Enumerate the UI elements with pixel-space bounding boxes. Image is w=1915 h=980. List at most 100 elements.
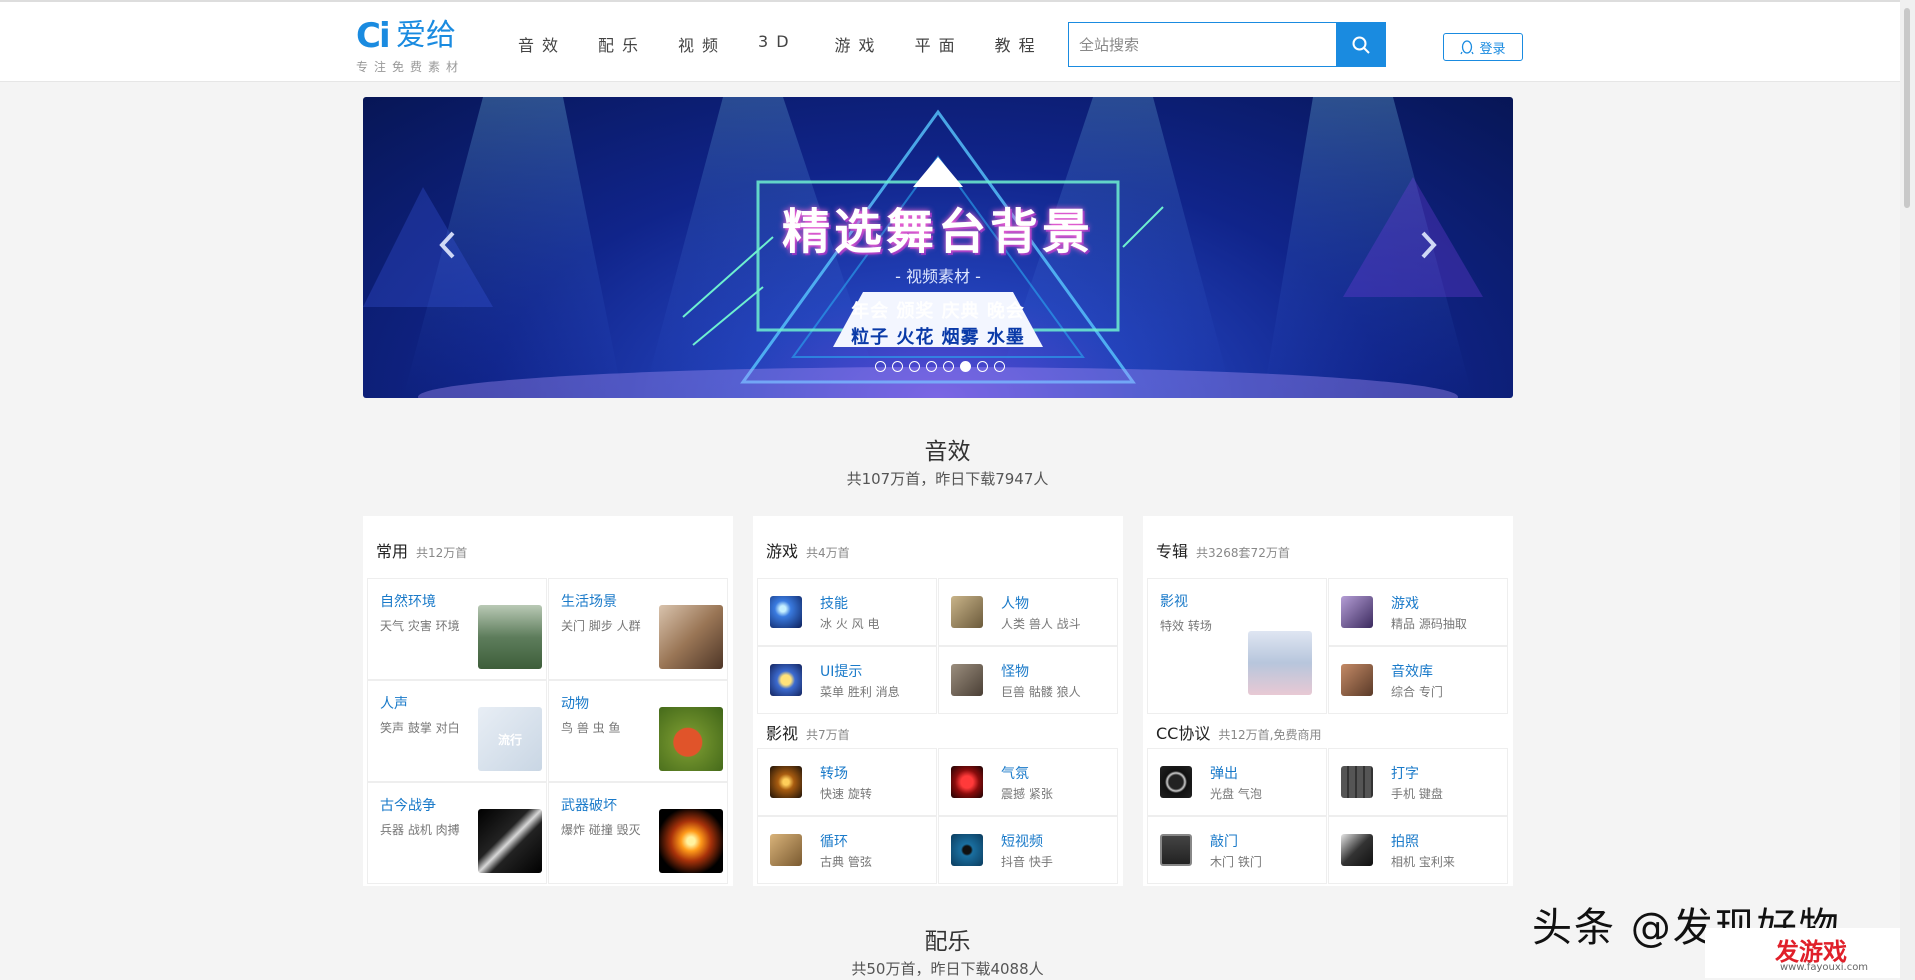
category-tags: 菜单 胜利 消息 <box>820 685 900 699</box>
nav-item-tutorial[interactable]: 教程 <box>995 32 1043 56</box>
card-count: 共4万首 <box>806 546 850 560</box>
scrollbar-thumb[interactable] <box>1904 8 1910 208</box>
monster-thumbnail <box>951 664 983 696</box>
category-weapon[interactable]: 武器破坏 爆炸 碰撞 毁灭 <box>548 782 728 884</box>
nav-item-music[interactable]: 配乐 <box>598 32 646 56</box>
category-title[interactable]: 人声 <box>380 693 408 713</box>
category-title[interactable]: 拍照 <box>1391 831 1419 851</box>
category-skill[interactable]: 技能 冰 火 风 电 <box>757 578 937 646</box>
banner-dot[interactable] <box>926 361 937 372</box>
cc-knock[interactable]: 敲门 木门 铁门 <box>1147 816 1327 884</box>
category-short-video[interactable]: 短视频 抖音 快手 <box>938 816 1118 884</box>
album-sound-library[interactable]: 音效库 综合 专门 <box>1328 646 1508 714</box>
category-title[interactable]: 人物 <box>1001 593 1029 613</box>
category-title[interactable]: 生活场景 <box>561 591 617 611</box>
hero-banner[interactable]: 精选舞台背景 - 视频素材 - 年会 颁奖 庆典 晚会 粒子 火花 烟雾 水墨 <box>363 97 1513 398</box>
category-title[interactable]: 短视频 <box>1001 831 1043 851</box>
card-title: 游戏 <box>766 542 799 561</box>
banner-dot[interactable] <box>943 361 954 372</box>
category-tags: 巨兽 骷髅 狼人 <box>1001 685 1081 699</box>
film-thumbnail <box>1248 631 1312 695</box>
category-title[interactable]: 影视 <box>1160 591 1188 611</box>
card-subheader: CC协议 共12万首,免费商用 <box>1156 720 1321 744</box>
cc-photo[interactable]: 拍照 相机 宝利来 <box>1328 816 1508 884</box>
banner-dot[interactable] <box>892 361 903 372</box>
category-character[interactable]: 人物 人类 兽人 战斗 <box>938 578 1118 646</box>
heart-thumbnail <box>951 766 983 798</box>
category-tags: 精品 源码抽取 <box>1391 617 1467 631</box>
nav-item-video[interactable]: 视频 <box>678 32 726 56</box>
search-bar <box>1068 22 1386 67</box>
logo-name: 爱给 <box>396 18 456 53</box>
category-title[interactable]: 游戏 <box>1391 593 1419 613</box>
category-title[interactable]: 怪物 <box>1001 661 1029 681</box>
voice-thumbnail-text: 流行 <box>497 732 522 747</box>
category-title[interactable]: 古今战争 <box>380 795 436 815</box>
category-tags: 特效 转场 <box>1160 619 1212 633</box>
penguin-icon <box>1460 39 1475 54</box>
login-label: 登录 <box>1479 41 1506 57</box>
category-title[interactable]: 循环 <box>820 831 848 851</box>
category-title[interactable]: 动物 <box>561 693 589 713</box>
cc-typing[interactable]: 打字 手机 键盘 <box>1328 748 1508 816</box>
explosion-thumbnail <box>659 809 723 873</box>
game-album-thumbnail <box>1341 596 1373 628</box>
category-title[interactable]: 气氛 <box>1001 763 1029 783</box>
cc-popup[interactable]: 弹出 光盘 气泡 <box>1147 748 1327 816</box>
category-tags: 古典 管弦 <box>820 855 872 869</box>
card-subheader: 影视 共7万首 <box>766 720 850 744</box>
category-atmosphere[interactable]: 气氛 震撼 紧张 <box>938 748 1118 816</box>
category-tags: 震撼 紧张 <box>1001 787 1053 801</box>
category-tags: 爆炸 碰撞 毁灭 <box>561 823 641 837</box>
category-title[interactable]: 音效库 <box>1391 661 1433 681</box>
category-ui-prompt[interactable]: UI提示 菜单 胜利 消息 <box>757 646 937 714</box>
category-tags: 手机 键盘 <box>1391 787 1443 801</box>
logo-mark: Ci <box>356 16 391 56</box>
banner-dot[interactable] <box>977 361 988 372</box>
category-title[interactable]: 弹出 <box>1210 763 1238 783</box>
category-transition[interactable]: 转场 快速 旋转 <box>757 748 937 816</box>
category-title[interactable]: 打字 <box>1391 763 1419 783</box>
transition-thumbnail <box>770 766 802 798</box>
album-feature-film[interactable]: 影视 特效 转场 <box>1147 578 1327 714</box>
category-war[interactable]: 古今战争 兵器 战机 肉搏 <box>367 782 547 884</box>
search-icon <box>1352 36 1370 54</box>
nav-item-game[interactable]: 游戏 <box>835 32 883 56</box>
category-title[interactable]: 武器破坏 <box>561 795 617 815</box>
nav-item-graphic[interactable]: 平面 <box>915 32 963 56</box>
category-life-scene[interactable]: 生活场景 关门 脚步 人群 <box>548 578 728 680</box>
category-title[interactable]: 转场 <box>820 763 848 783</box>
category-title[interactable]: 技能 <box>820 593 848 613</box>
banner-pagination <box>875 361 1005 372</box>
nav-item-3d[interactable]: 3D <box>758 32 797 56</box>
album-game[interactable]: 游戏 精品 源码抽取 <box>1328 578 1508 646</box>
banner-dot[interactable] <box>994 361 1005 372</box>
banner-subtitle: - 视频素材 - <box>895 267 981 286</box>
search-button[interactable] <box>1336 22 1386 67</box>
category-title[interactable]: 自然环境 <box>380 591 436 611</box>
main-nav: 音效 配乐 视频 3D 游戏 平面 教程 <box>518 32 1075 56</box>
fayouxi-logo: 发游戏 www.fayouxi.com <box>1705 928 1905 978</box>
footsteps-thumbnail <box>659 605 723 669</box>
category-voice[interactable]: 人声 笑声 鼓掌 对白 流行 <box>367 680 547 782</box>
section-subtitle-music: 共50万首，昨日下载4088人 <box>851 960 1044 978</box>
category-tags: 笑声 鼓掌 对白 <box>380 721 460 735</box>
category-nature[interactable]: 自然环境 天气 灾害 环境 <box>367 578 547 680</box>
card-title: 常用 <box>376 542 409 561</box>
fayouxi-logo-url: www.fayouxi.com <box>1780 962 1869 973</box>
banner-dot[interactable] <box>909 361 920 372</box>
search-input[interactable] <box>1068 22 1337 67</box>
category-title[interactable]: 敲门 <box>1210 831 1238 851</box>
card-common: 常用 共12万首 自然环境 天气 灾害 环境 生活场景 关门 脚步 人群 人声 笑… <box>363 516 733 886</box>
page-scrollbar[interactable] <box>1900 0 1915 980</box>
category-animal[interactable]: 动物 鸟 兽 虫 鱼 <box>548 680 728 782</box>
site-header: Ci 爱给 专注免费素材 音效 配乐 视频 3D 游戏 平面 教程 登录 <box>0 0 1900 82</box>
nav-item-sound[interactable]: 音效 <box>518 32 566 56</box>
category-title[interactable]: UI提示 <box>820 661 862 681</box>
site-logo[interactable]: Ci 爱给 专注免费素材 <box>356 16 476 76</box>
banner-dot[interactable] <box>875 361 886 372</box>
banner-dot-active[interactable] <box>960 361 971 372</box>
category-monster[interactable]: 怪物 巨兽 骷髅 狼人 <box>938 646 1118 714</box>
login-button[interactable]: 登录 <box>1443 33 1523 61</box>
category-loop[interactable]: 循环 古典 管弦 <box>757 816 937 884</box>
